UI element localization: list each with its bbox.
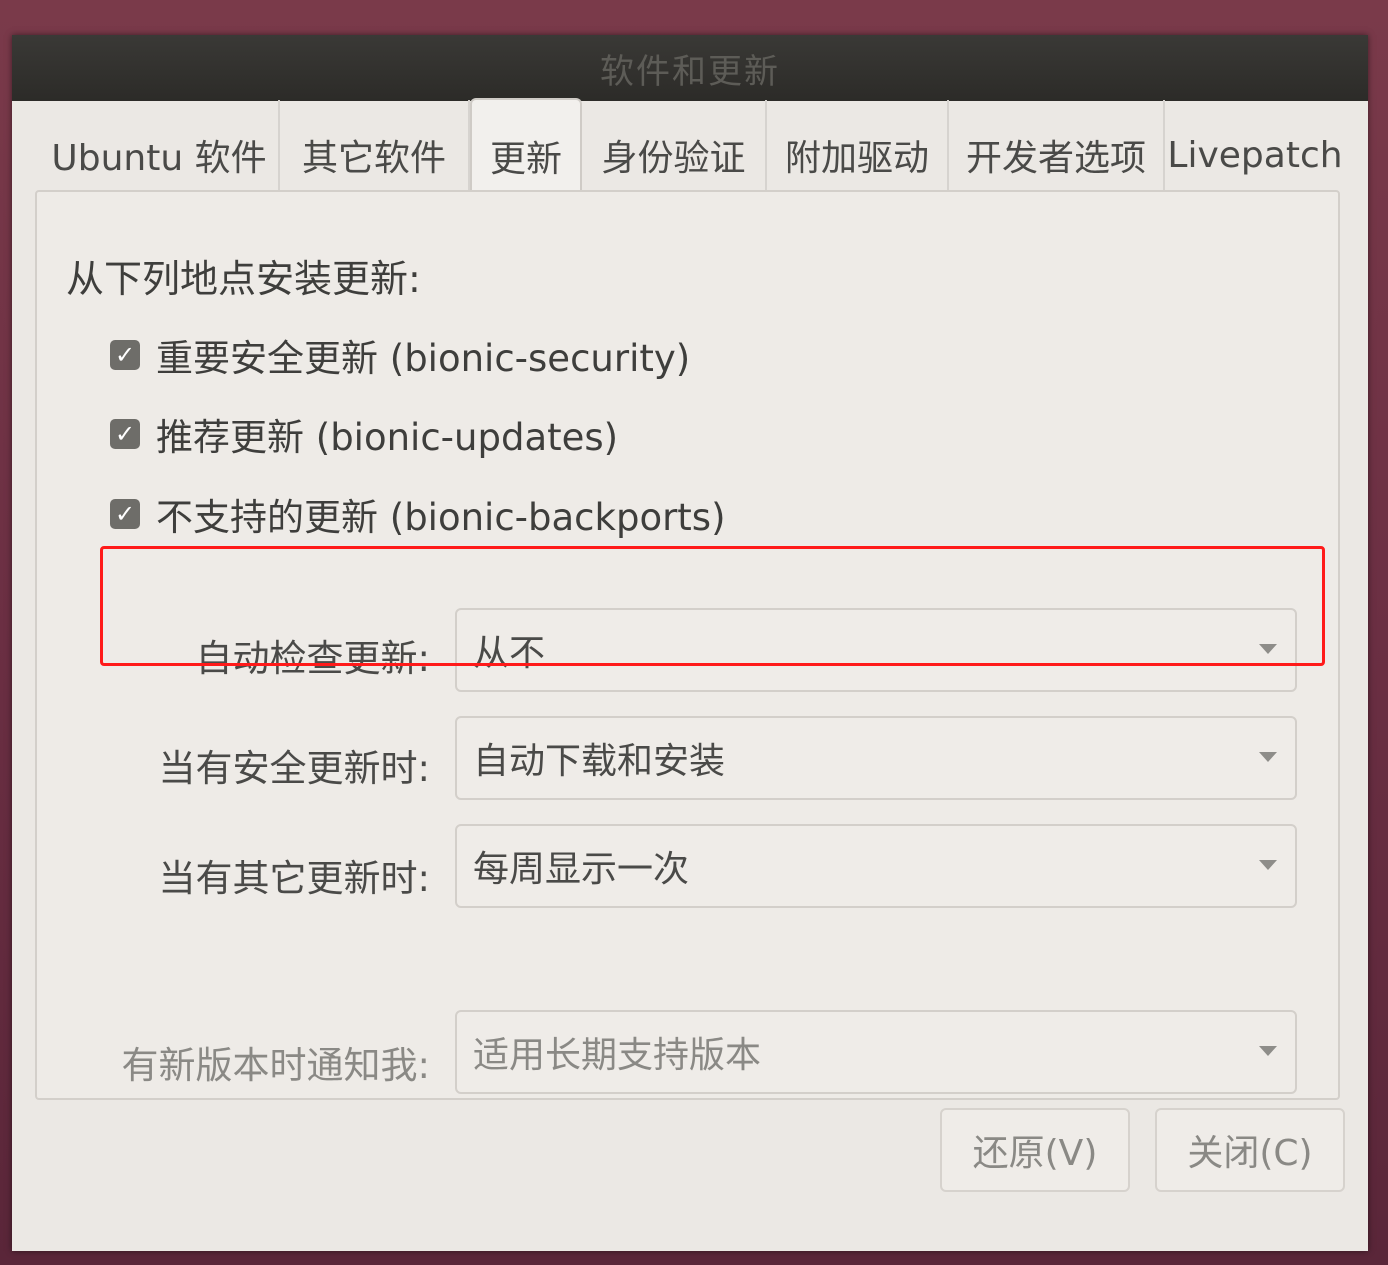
notify-new-version-dropdown[interactable]: 适用长期支持版本	[455, 1010, 1297, 1094]
title-bar[interactable]: 软件和更新	[12, 35, 1368, 101]
checkbox-checked-icon[interactable]: ✓	[110, 499, 140, 529]
other-updates-label: 当有其它更新时:	[158, 857, 430, 900]
checkbox-checked-icon[interactable]: ✓	[110, 419, 140, 449]
window-title: 软件和更新	[600, 51, 780, 92]
checkbox-checked-icon[interactable]: ✓	[110, 340, 140, 370]
source-security-label: 重要安全更新 (bionic-security)	[156, 337, 691, 380]
source-updates[interactable]: ✓ 推荐更新 (bionic-updates)	[110, 409, 618, 459]
other-updates-value: 每周显示一次	[473, 849, 690, 890]
auto-check-dropdown[interactable]: 从不	[455, 608, 1297, 692]
install-from-heading: 从下列地点安装更新:	[66, 257, 421, 301]
source-updates-label: 推荐更新 (bionic-updates)	[156, 416, 619, 459]
chevron-down-icon	[1259, 644, 1277, 654]
security-updates-label: 当有安全更新时:	[158, 747, 430, 790]
source-backports-label: 不支持的更新 (bionic-backports)	[156, 496, 726, 539]
chevron-down-icon	[1259, 752, 1277, 762]
notify-new-version-value: 适用长期支持版本	[473, 1035, 762, 1076]
chevron-down-icon	[1259, 1046, 1277, 1056]
chevron-down-icon	[1259, 860, 1277, 870]
auto-check-value: 从不	[473, 633, 546, 674]
security-updates-dropdown[interactable]: 自动下载和安装	[455, 716, 1297, 800]
source-backports[interactable]: ✓ 不支持的更新 (bionic-backports)	[110, 489, 726, 539]
source-security[interactable]: ✓ 重要安全更新 (bionic-security)	[110, 330, 690, 380]
revert-button[interactable]: 还原(V)	[940, 1108, 1130, 1192]
close-button[interactable]: 关闭(C)	[1155, 1108, 1345, 1192]
auto-check-label: 自动检查更新:	[195, 637, 430, 680]
notify-new-version-label: 有新版本时通知我:	[121, 1044, 430, 1087]
security-updates-value: 自动下载和安装	[473, 741, 726, 782]
other-updates-dropdown[interactable]: 每周显示一次	[455, 824, 1297, 908]
